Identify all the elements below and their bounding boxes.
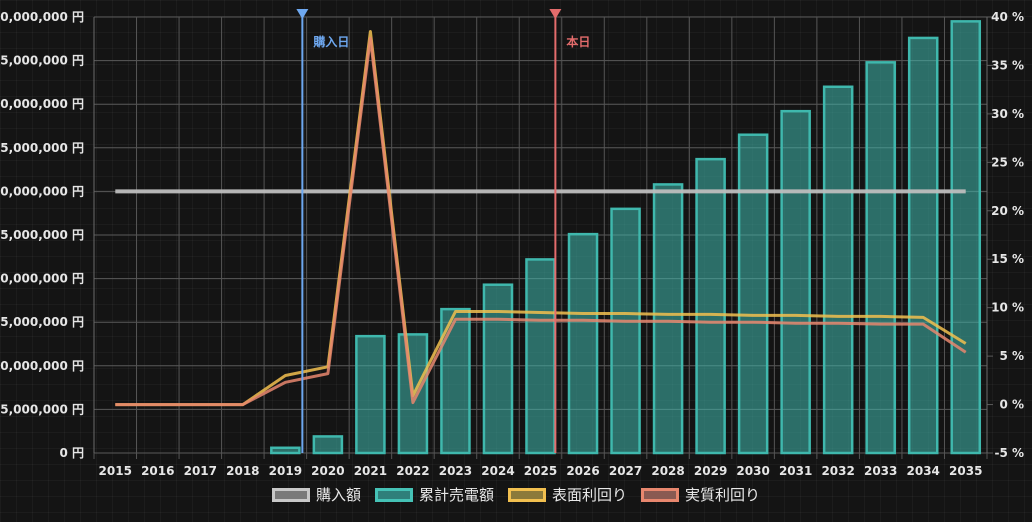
bar-2020 bbox=[312, 435, 344, 455]
x-tick-label: 2025 bbox=[524, 464, 557, 478]
y-right-tick-label: 10 % bbox=[991, 301, 1024, 315]
y-right-tick-label: 35 % bbox=[991, 58, 1024, 72]
legend-label-surface-yield: 表面利回り bbox=[552, 486, 628, 504]
x-tick-label: 2033 bbox=[864, 464, 897, 478]
bar-2021 bbox=[355, 334, 386, 455]
y-left-tick-label: 40,000,000 円 bbox=[0, 97, 84, 111]
x-tick-label: 2021 bbox=[354, 464, 387, 478]
y-left-tick-label: 15,000,000 円 bbox=[0, 315, 84, 329]
legend-label-purchase: 購入額 bbox=[315, 486, 361, 504]
x-tick-label: 2027 bbox=[609, 464, 642, 478]
x-tick-label: 2031 bbox=[779, 464, 812, 478]
x-tick-label: 2024 bbox=[481, 464, 514, 478]
y-left-tick-label: 20,000,000 円 bbox=[0, 272, 84, 286]
y-left-tick-label: 45,000,000 円 bbox=[0, 54, 84, 68]
y-right-tick-label: -5 % bbox=[994, 446, 1024, 460]
bar-2028 bbox=[652, 183, 684, 455]
x-tick-label: 2030 bbox=[736, 464, 769, 478]
x-tick-label: 2019 bbox=[269, 464, 302, 478]
bar-2027 bbox=[610, 207, 641, 455]
legend-item-purchase[interactable]: 購入額 bbox=[271, 484, 361, 505]
marker-label-0: 購入日 bbox=[312, 34, 349, 49]
legend-swatch-surface-yield bbox=[508, 487, 546, 502]
y-left-tick-label: 5,000,000 円 bbox=[0, 402, 84, 416]
y-left-tick-label: 35,000,000 円 bbox=[0, 141, 84, 155]
legend-item-surface-yield[interactable]: 表面利回り bbox=[508, 484, 627, 505]
x-tick-label: 2023 bbox=[439, 464, 472, 478]
x-tick-label: 2016 bbox=[141, 464, 174, 478]
bar-2024 bbox=[482, 283, 514, 455]
legend-swatch-cumulative-sales bbox=[374, 487, 413, 502]
bar-2026 bbox=[567, 232, 599, 455]
y-right-tick-label: 0 % bbox=[999, 398, 1024, 412]
x-tick-label: 2015 bbox=[99, 464, 132, 478]
legend-label-cumulative-sales: 累計売電額 bbox=[418, 486, 494, 504]
x-tick-label: 2022 bbox=[396, 464, 429, 478]
bar-2035 bbox=[950, 20, 982, 455]
x-tick-label: 2029 bbox=[694, 464, 727, 478]
y-left-tick-label: 30,000,000 円 bbox=[0, 184, 84, 198]
marker-label-1: 本日 bbox=[566, 34, 590, 49]
bar-2029 bbox=[695, 157, 726, 455]
x-tick-label: 2026 bbox=[566, 464, 599, 478]
y-right-tick-label: 30 % bbox=[991, 107, 1024, 121]
chart: 購入日 本日 0 円 5,000,000 円 10,000,000 円 15,000,0… bbox=[0, 9, 1024, 478]
bar-2030 bbox=[737, 133, 769, 455]
y-left-tick-label: 50,000,000 円 bbox=[0, 10, 84, 24]
legend-label-real-yield: 実質利回り bbox=[685, 486, 761, 504]
y-right-tick-label: 20 % bbox=[991, 204, 1024, 218]
y-right-tick-label: 5 % bbox=[999, 349, 1024, 363]
x-tick-label: 2035 bbox=[949, 464, 982, 478]
x-tick-label: 2017 bbox=[184, 464, 217, 478]
x-tick-label: 2018 bbox=[226, 464, 259, 478]
bar-2031 bbox=[780, 109, 811, 455]
x-tick-label: 2032 bbox=[821, 464, 854, 478]
legend-swatch-purchase bbox=[271, 487, 310, 502]
legend: 購入額 累計売電額 表面利回り 実質利回り bbox=[0, 484, 1032, 505]
legend-item-real-yield[interactable]: 実質利回り bbox=[641, 484, 760, 505]
bar-2032 bbox=[822, 85, 854, 455]
bar-2034 bbox=[907, 36, 939, 455]
y-right-tick-label: 15 % bbox=[991, 252, 1024, 266]
bar-2019 bbox=[270, 446, 301, 455]
y-right-tick-label: 40 % bbox=[991, 10, 1024, 24]
legend-item-cumulative-sales[interactable]: 累計売電額 bbox=[374, 484, 494, 505]
y-left-tick-label: 10,000,000 円 bbox=[0, 359, 84, 373]
bar-2025 bbox=[525, 258, 556, 455]
x-tick-label: 2020 bbox=[311, 464, 344, 478]
x-tick-label: 2028 bbox=[651, 464, 684, 478]
bar-2033 bbox=[865, 61, 896, 455]
legend-swatch-real-yield bbox=[641, 487, 680, 502]
y-right-tick-label: 25 % bbox=[991, 155, 1024, 169]
y-left-tick-label: 0 円 bbox=[59, 446, 84, 460]
y-left-tick-label: 25,000,000 円 bbox=[0, 228, 84, 242]
x-tick-label: 2034 bbox=[907, 464, 940, 478]
